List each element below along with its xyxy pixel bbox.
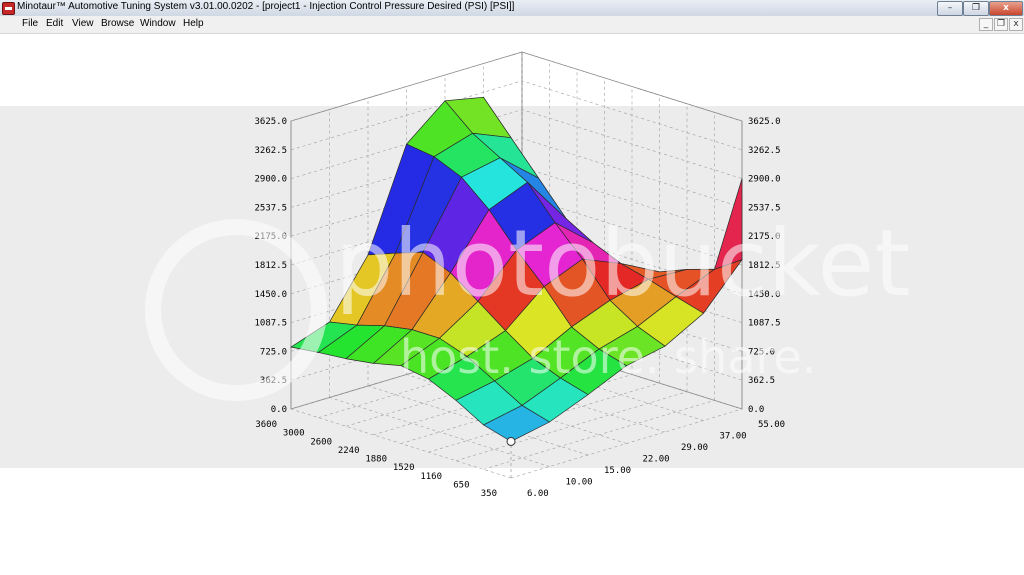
menu-help[interactable]: Help — [183, 18, 204, 29]
menu-edit[interactable]: Edit — [46, 18, 63, 29]
load-tick-label: 6.00 — [527, 489, 549, 499]
z-tick-label-right: 1450.0 — [748, 290, 781, 300]
z-tick-label-right: 2900.0 — [748, 175, 781, 185]
z-tick-label-left: 2175.0 — [254, 232, 287, 242]
z-tick-label-left: 1087.5 — [254, 319, 287, 329]
menu-window[interactable]: Window — [140, 18, 176, 29]
rpm-tick-label: 350 — [481, 489, 497, 499]
menu-browse[interactable]: Browse — [101, 18, 134, 29]
z-tick-label-left: 1450.0 — [254, 290, 287, 300]
z-tick-label-right: 1087.5 — [748, 319, 781, 329]
gridline-z — [290, 51, 743, 122]
load-tick-label: 37.00 — [720, 432, 747, 442]
z-tick-label-right: 2175.0 — [748, 232, 781, 242]
rpm-tick-label: 650 — [453, 480, 469, 490]
title-bar: Minotaur™ Automotive Tuning System v3.01… — [0, 0, 1024, 17]
z-tick-label-right: 2537.5 — [748, 203, 781, 213]
z-tick-label-left: 725.0 — [260, 347, 287, 357]
close-button[interactable]: x — [989, 1, 1023, 16]
surface-edge-cell[interactable] — [713, 178, 743, 270]
z-tick-label-right: 1812.5 — [748, 261, 781, 271]
menu-bar: File Edit View Browse Window Help _ ❐ x — [0, 16, 1024, 34]
z-tick-label-left: 1812.5 — [254, 261, 287, 271]
z-tick-label-left: 2537.5 — [254, 203, 287, 213]
z-tick-label-right: 3262.5 — [748, 146, 781, 156]
mdi-close-button[interactable]: x — [1009, 18, 1023, 31]
rpm-tick-label: 2240 — [338, 446, 360, 456]
rpm-tick-label: 1160 — [420, 472, 442, 482]
z-tick-label-left: 362.5 — [260, 376, 287, 386]
window-title: Minotaur™ Automotive Tuning System v3.01… — [17, 1, 515, 12]
restore-button[interactable]: ❐ — [963, 1, 989, 16]
rpm-tick-label: 1520 — [393, 463, 415, 473]
cell-cursor-marker[interactable] — [506, 436, 516, 446]
menu-view[interactable]: View — [72, 18, 94, 29]
rpm-tick-label: 1880 — [365, 455, 387, 465]
rpm-tick-label: 3600 — [255, 420, 277, 430]
z-tick-label-left: 2900.0 — [254, 175, 287, 185]
z-tick-label-right: 0.0 — [748, 405, 764, 415]
z-tick-label-right: 725.0 — [748, 347, 775, 357]
minimize-button[interactable]: – — [937, 1, 963, 16]
load-tick-label: 10.00 — [566, 478, 593, 488]
z-tick-label-left: 3625.0 — [254, 117, 287, 127]
z-tick-label-right: 3625.0 — [748, 117, 781, 127]
z-tick-label-left: 0.0 — [271, 405, 287, 415]
load-tick-label: 29.00 — [681, 443, 708, 453]
load-tick-label: 15.00 — [604, 466, 631, 476]
z-tick-label-right: 362.5 — [748, 376, 775, 386]
load-tick-label: 55.00 — [758, 420, 785, 430]
menu-file[interactable]: File — [22, 18, 38, 29]
chart-area[interactable]: 0.0 0.0 362.5 362.5 725.0 725.0 1087.5 1087.5 14… — [0, 34, 1024, 575]
mdi-restore-button[interactable]: ❐ — [994, 18, 1008, 31]
mdi-minimize-button[interactable]: _ — [979, 18, 993, 31]
app-logo-icon[interactable] — [2, 2, 15, 15]
z-tick-label-left: 3262.5 — [254, 146, 287, 156]
gridline-z — [290, 80, 743, 151]
load-tick-label: 22.00 — [643, 455, 670, 465]
rpm-tick-label: 3000 — [283, 429, 305, 439]
surface-plot[interactable]: 0.0 0.0 362.5 362.5 725.0 725.0 1087.5 1087.5 14… — [0, 34, 1024, 575]
rpm-tick-label: 2600 — [310, 437, 332, 447]
